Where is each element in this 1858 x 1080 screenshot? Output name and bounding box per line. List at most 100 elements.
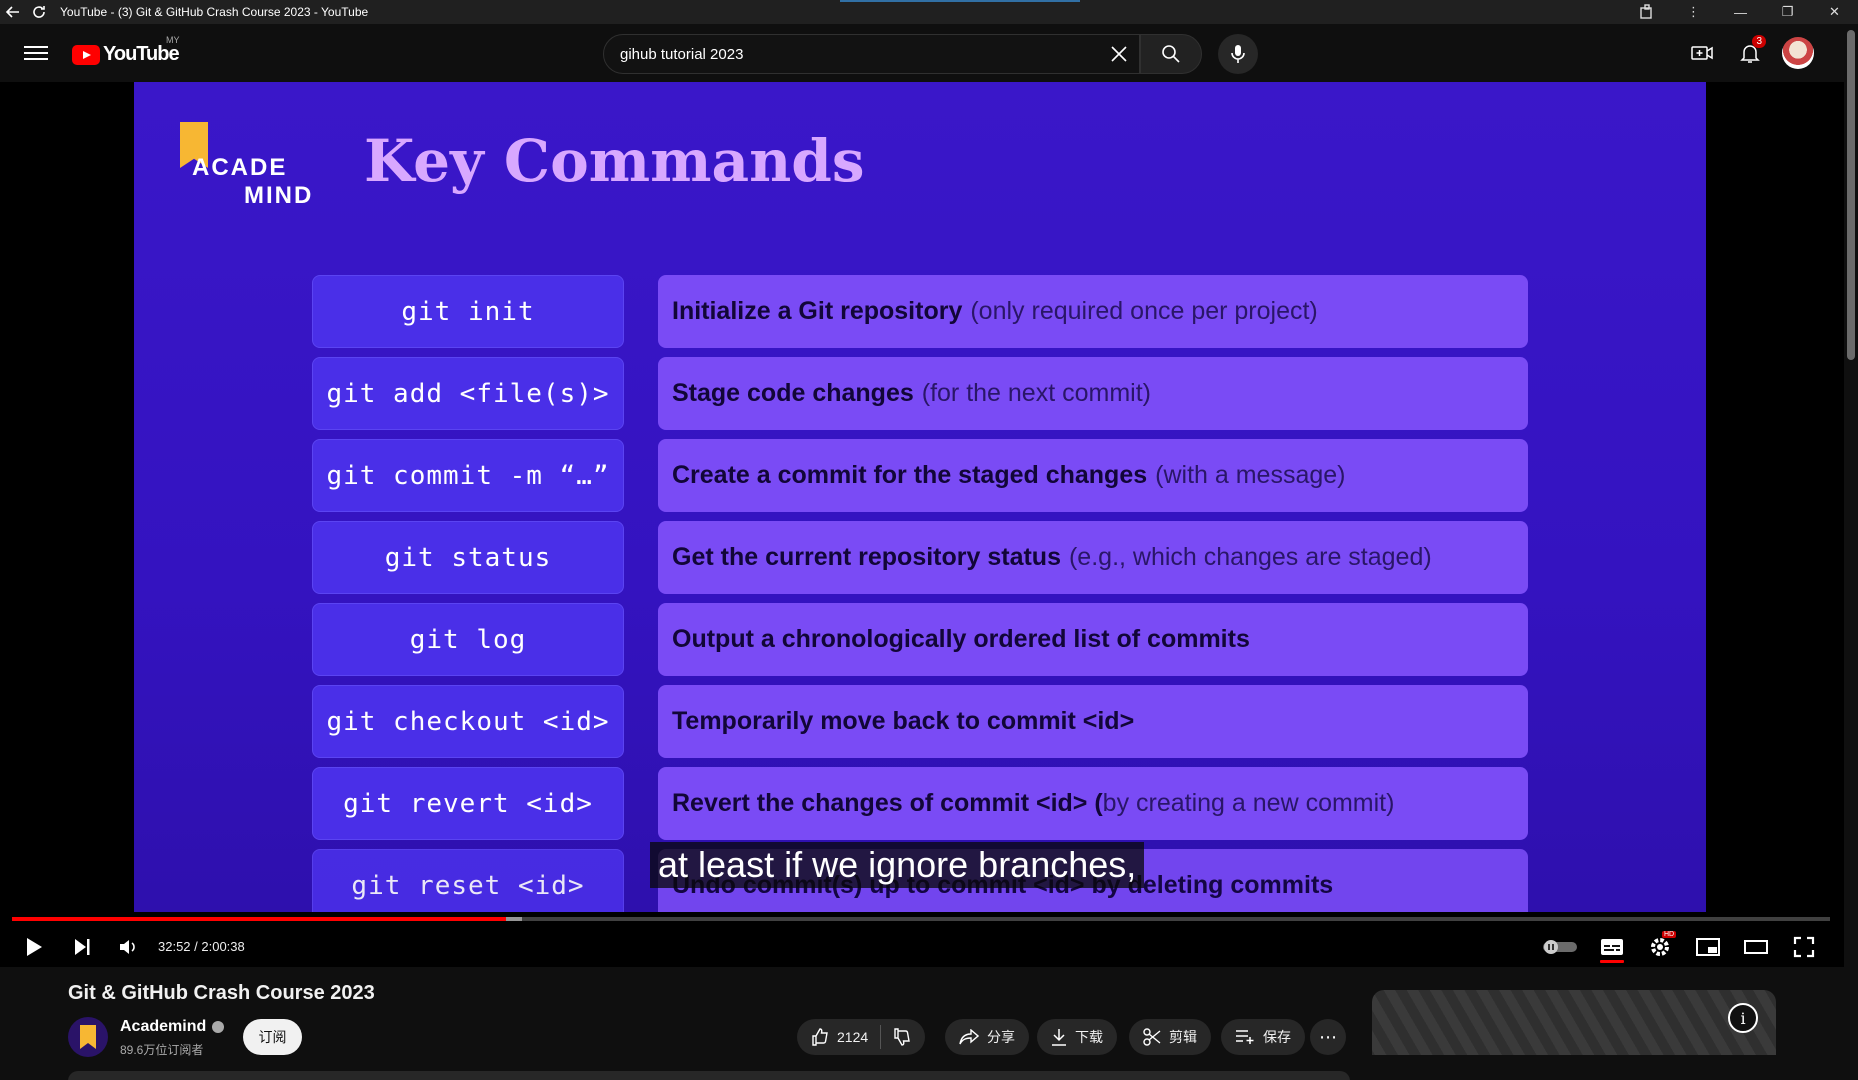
video-player[interactable]: ACADE MIND Key Commands git init Initial…: [0, 82, 1858, 967]
logo-line-1: ACADE: [192, 154, 288, 181]
command-row: git commit -m “…” Create a commit for th…: [312, 439, 1532, 514]
description-main: Create a commit for the staged changes: [672, 461, 1148, 489]
description-main: Get the current repository status: [672, 543, 1061, 571]
channel-logo-icon: [80, 1025, 96, 1049]
video-details: Git & GitHub Crash Course 2023 Academind…: [0, 967, 1858, 1080]
fullscreen-icon: [1793, 936, 1815, 958]
verified-icon: [212, 1021, 225, 1033]
fullscreen-button[interactable]: [1784, 927, 1824, 967]
channel-name[interactable]: Academind: [120, 1018, 206, 1036]
description-note: (only required once per project): [970, 297, 1318, 325]
extensions-icon[interactable]: [1623, 0, 1670, 24]
play-button[interactable]: [14, 927, 54, 967]
theater-mode-button[interactable]: [1736, 927, 1776, 967]
restore-icon[interactable]: ❐: [1764, 0, 1811, 24]
command-description: Initialize a Git repository (only require…: [658, 275, 1528, 348]
kebab-menu-icon[interactable]: ⋮: [1670, 0, 1717, 24]
search-icon: [1162, 45, 1180, 63]
subscribe-button[interactable]: 订阅: [243, 1019, 302, 1055]
next-button[interactable]: [62, 927, 102, 967]
loading-indicator: [840, 0, 1080, 2]
settings-button[interactable]: HD: [1640, 927, 1680, 967]
voice-search-button[interactable]: [1218, 34, 1258, 74]
command-description: Create a commit for the staged changes (w…: [658, 439, 1528, 512]
command-label: git reset <id>: [312, 849, 624, 912]
slide-title: Key Commands: [364, 127, 865, 195]
description-main: Stage code changes: [672, 379, 914, 407]
search-button[interactable]: [1140, 34, 1202, 74]
thumbs-up-icon[interactable]: [811, 1028, 829, 1046]
description-note: (for the next commit): [921, 379, 1151, 407]
download-label: 下载: [1075, 1029, 1103, 1045]
time-display: 32:52 / 2:00:38: [158, 939, 245, 954]
divider: [880, 1025, 882, 1049]
gear-icon: [1651, 938, 1669, 956]
command-description: Temporarily move back to commit <id>: [658, 685, 1528, 758]
progress-bar[interactable]: [12, 917, 1830, 921]
autoplay-toggle[interactable]: [1540, 927, 1580, 967]
subtitle-caption: at least if we ignore branches,: [650, 842, 1145, 888]
search-box[interactable]: gihub tutorial 2023: [603, 34, 1140, 74]
window-title: YouTube - (3) Git & GitHub Crash Course …: [60, 5, 369, 19]
promo-footer: [1372, 1055, 1776, 1080]
description-main: Initialize a Git repository: [672, 297, 963, 325]
back-icon[interactable]: [0, 0, 26, 24]
description-box[interactable]: [68, 1071, 1350, 1080]
player-controls: 32:52 / 2:00:38 HD: [0, 927, 1858, 967]
played-bar: [12, 917, 507, 921]
youtube-play-icon: [72, 44, 100, 65]
subtitles-icon: [1601, 939, 1623, 955]
academind-logo: ACADE MIND: [174, 122, 324, 209]
description-note: (e.g., which changes are staged): [1068, 543, 1432, 571]
command-label: git status: [312, 521, 624, 594]
thumbs-down-icon[interactable]: [893, 1028, 911, 1046]
command-description: Get the current repository status (e.g., …: [658, 521, 1528, 594]
theater-mode-icon: [1744, 940, 1768, 954]
account-avatar[interactable]: [1782, 37, 1814, 69]
command-label: git init: [312, 275, 624, 348]
channel-avatar[interactable]: [68, 1017, 108, 1057]
clip-button[interactable]: 剪辑: [1129, 1019, 1211, 1055]
search-input[interactable]: gihub tutorial 2023: [620, 46, 1099, 63]
masthead: YouTube MY gihub tutorial 2023 3: [0, 24, 1858, 82]
download-button[interactable]: 下载: [1037, 1019, 1117, 1055]
notifications-bell-icon[interactable]: 3: [1730, 35, 1770, 69]
description-note: by creating a new commit): [1102, 789, 1395, 817]
save-label: 保存: [1263, 1029, 1291, 1045]
clear-search-icon[interactable]: [1099, 34, 1139, 74]
miniplayer-button[interactable]: [1688, 927, 1728, 967]
microphone-icon: [1231, 45, 1245, 63]
reload-icon[interactable]: [26, 0, 52, 24]
info-icon[interactable]: i: [1728, 1003, 1758, 1033]
command-label: git revert <id>: [312, 767, 624, 840]
create-video-icon[interactable]: [1682, 37, 1722, 69]
playlist-add-icon: [1236, 1030, 1254, 1044]
download-icon: [1052, 1029, 1066, 1046]
logo-line-2: MIND: [244, 182, 314, 209]
share-button[interactable]: 分享: [945, 1019, 1029, 1055]
command-description: Stage code changes (for the next commit): [658, 357, 1528, 430]
page-scrollbar[interactable]: [1844, 24, 1858, 1080]
promo-panel[interactable]: i: [1372, 990, 1776, 1080]
mute-button[interactable]: [108, 927, 148, 967]
close-window-icon[interactable]: ✕: [1811, 0, 1858, 24]
like-count[interactable]: 2124: [837, 1029, 868, 1045]
save-button[interactable]: 保存: [1221, 1019, 1305, 1055]
youtube-logo[interactable]: YouTube MY: [72, 35, 180, 66]
description-main: Revert the changes of commit <id> (: [672, 789, 1103, 817]
channel-name-row[interactable]: Academind: [120, 1018, 225, 1036]
description-main: Output a chronologically ordered list of…: [672, 625, 1250, 653]
volume-icon: [120, 940, 135, 954]
command-row: git status Get the current repository st…: [312, 521, 1532, 596]
command-description: Output a chronologically ordered list of…: [658, 603, 1528, 676]
more-actions-button[interactable]: ⋯: [1310, 1019, 1346, 1055]
minimize-icon[interactable]: —: [1717, 0, 1764, 24]
hd-badge: HD: [1662, 931, 1677, 938]
scrollbar-thumb[interactable]: [1847, 30, 1855, 360]
play-icon: [27, 938, 42, 956]
guide-menu-icon[interactable]: [24, 42, 48, 62]
command-row: git add <file(s)> Stage code changes (for…: [312, 357, 1532, 432]
subtitles-button[interactable]: [1592, 927, 1632, 967]
miniplayer-icon: [1696, 938, 1720, 956]
logo-text: YouTube: [103, 43, 180, 65]
